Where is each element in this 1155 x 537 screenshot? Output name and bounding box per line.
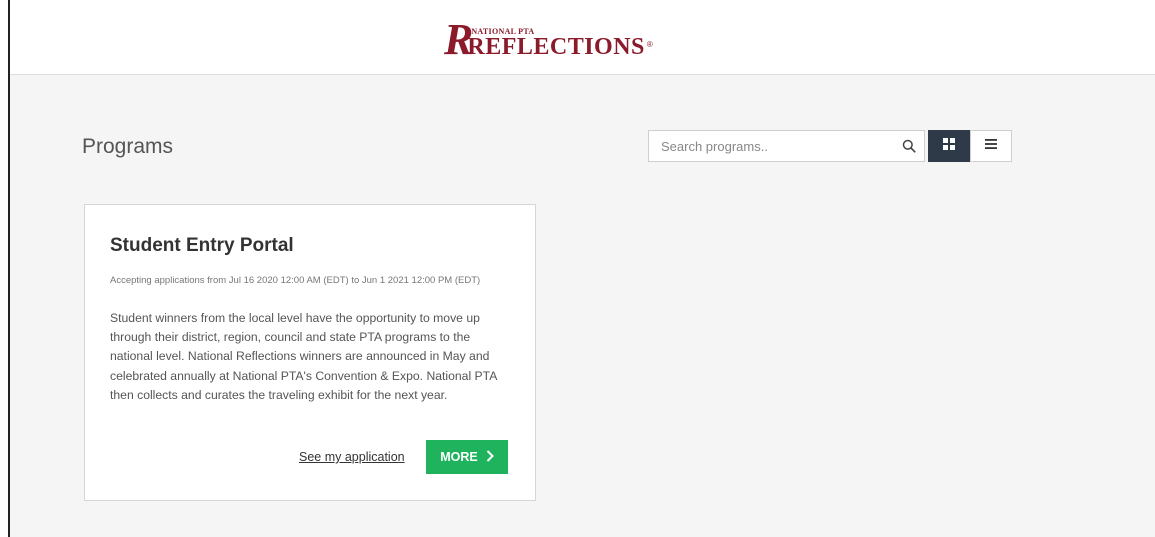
header: R NATIONAL PTA REFLECTIONS ®	[10, 0, 1155, 75]
program-dates: Accepting applications from Jul 16 2020 …	[110, 275, 481, 286]
search-input[interactable]	[649, 132, 894, 160]
page-frame: R NATIONAL PTA REFLECTIONS ® Programs Se…	[8, 0, 1155, 537]
list-view-button[interactable]	[970, 130, 1012, 162]
program-title: Student Entry Portal	[110, 235, 294, 256]
more-button-label: MORE	[440, 450, 478, 464]
program-card: Student Entry Portal Accepting applicati…	[84, 204, 536, 501]
logo-registered: ®	[646, 40, 653, 49]
reflections-logo[interactable]: R NATIONAL PTA REFLECTIONS ®	[444, 18, 653, 62]
page-title: Programs	[82, 135, 174, 158]
search-box	[648, 130, 925, 162]
search-icon[interactable]	[894, 131, 924, 161]
logo-text: NATIONAL PTA REFLECTIONS	[467, 27, 645, 60]
chevron-right-icon	[486, 449, 494, 465]
grid-view-icon	[942, 137, 956, 156]
logo-main-text: REFLECTIONS	[467, 34, 645, 60]
more-button[interactable]: MORE	[426, 440, 508, 474]
grid-view-button[interactable]	[928, 130, 970, 162]
list-view-icon	[984, 137, 998, 155]
program-description: Student winners from the local level hav…	[110, 311, 497, 402]
see-my-application-link[interactable]: See my application	[299, 450, 405, 464]
